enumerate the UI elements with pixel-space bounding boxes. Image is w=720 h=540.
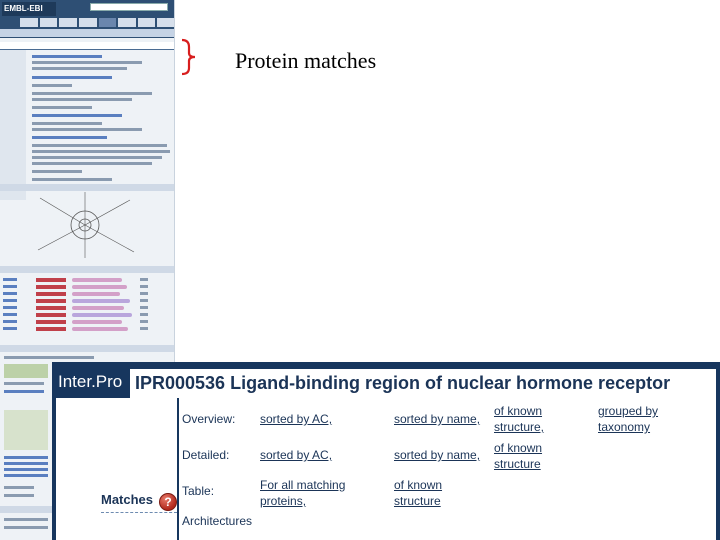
entry-heading: IPR000536 Ligand-binding region of nucle… — [135, 373, 671, 393]
red-brace-marker — [181, 38, 196, 76]
detailed-label: Detailed: — [182, 448, 230, 462]
overview-sorted-by-ac-link[interactable]: sorted by AC, — [260, 412, 332, 427]
detailed-known-structure-link-line1[interactable]: of known — [494, 441, 542, 456]
taxonomy-tree-graphic — [37, 192, 135, 258]
thumbnail-entry-title — [0, 42, 174, 50]
ebi-logo: EMBL-EBI — [2, 2, 56, 16]
matches-label: Matches — [101, 492, 154, 507]
table-label: Table: — [182, 484, 215, 498]
thumbnail-search-box — [90, 3, 168, 11]
detailed-sorted-by-ac-link[interactable]: sorted by AC, — [260, 448, 332, 463]
thumbnail-matches-section — [0, 266, 174, 273]
architectures-label: Architectures — [182, 514, 253, 528]
table-known-structure-link-line2[interactable]: structure — [394, 494, 441, 509]
help-icon[interactable]: ? — [159, 493, 177, 511]
matches-divider — [101, 512, 177, 513]
thumbnail-nav-tabs — [0, 18, 174, 27]
table-all-matching-proteins-link-line2[interactable]: proteins, — [260, 494, 306, 509]
overview-known-structure-link-line2[interactable]: structure, — [494, 420, 544, 435]
interpro-label: Inter.Pro — [58, 372, 123, 391]
thumbnail-subnav — [0, 29, 174, 37]
entry-heading-box: IPR000536 Ligand-binding region of nucle… — [130, 369, 716, 398]
matches-links-cell: Overview: sorted by AC, sorted by name, … — [179, 398, 716, 540]
interpro-matches-panel: Inter.Pro IPR000536 Ligand-binding regio… — [52, 362, 720, 540]
matches-label-cell: Matches ? — [56, 398, 177, 540]
overview-known-structure-link-line1[interactable]: of known — [494, 404, 542, 419]
overview-grouped-by-taxonomy-link-line1[interactable]: grouped by — [598, 404, 658, 419]
protein-matches-caption: Protein matches — [235, 48, 377, 73]
table-known-structure-link-line1[interactable]: of known — [394, 478, 442, 493]
table-all-matching-proteins-link-line1[interactable]: For all matching — [260, 478, 345, 493]
thumbnail-field-labels — [0, 50, 26, 200]
thumbnail-match-rows — [0, 278, 174, 338]
detailed-known-structure-link-line2[interactable]: structure — [494, 457, 541, 472]
panel-title-bar: Inter.Pro IPR000536 Ligand-binding regio… — [52, 366, 720, 398]
detailed-sorted-by-name-link[interactable]: sorted by name, — [394, 448, 480, 463]
overview-sorted-by-name-link[interactable]: sorted by name, — [394, 412, 480, 427]
overview-label: Overview: — [182, 412, 236, 426]
thumbnail-structures-section — [0, 345, 174, 352]
overview-grouped-by-taxonomy-link-line2[interactable]: taxonomy — [598, 420, 650, 435]
